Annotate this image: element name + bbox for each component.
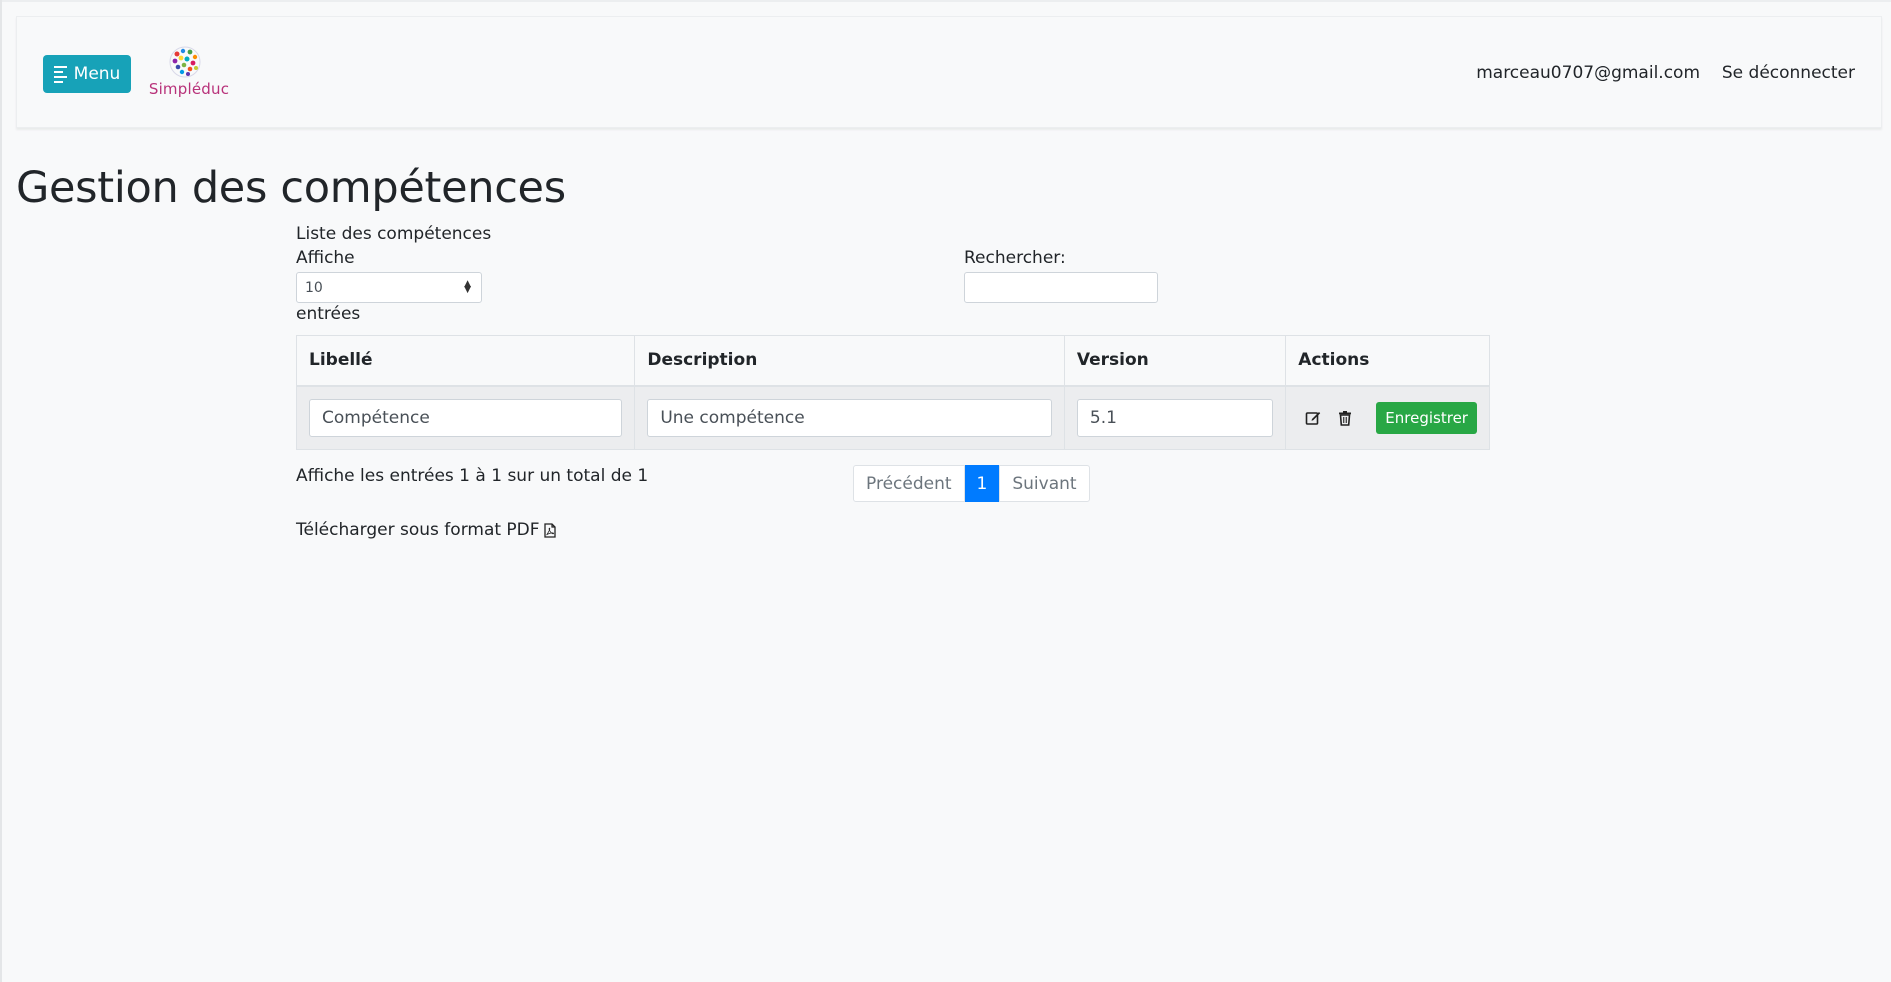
pagination: Précédent 1 Suivant [853, 465, 1090, 502]
trash-icon[interactable] [1330, 403, 1360, 433]
page-1-button[interactable]: 1 [964, 465, 1000, 502]
window-top-edge [0, 0, 1891, 2]
column-header-actions: Actions [1285, 335, 1490, 387]
next-page-button[interactable]: Suivant [999, 465, 1090, 502]
pdf-download-label: Télécharger sous format PDF [296, 520, 540, 540]
top-navbar: Menu Simpléduc marceau0707@gmail.com Se … [16, 16, 1882, 128]
edit-icon[interactable] [1298, 403, 1328, 433]
menu-button-label: Menu [73, 64, 121, 84]
save-button[interactable]: Enregistrer [1376, 401, 1477, 434]
cell-version: 5.1 [1063, 385, 1287, 450]
table-row: Compétence Une compétence 5.1 Enregistre… [295, 385, 1490, 450]
length-label: Affiche [296, 248, 355, 268]
page-title: Gestion des compétences [16, 163, 566, 213]
column-header-libelle[interactable]: Libellé [295, 335, 636, 387]
row-actions: Enregistrer [1298, 401, 1477, 434]
search-input[interactable] [964, 272, 1158, 303]
user-email-link[interactable]: marceau0707@gmail.com [1476, 63, 1700, 83]
pdf-file-icon [543, 522, 556, 538]
window-left-edge [0, 0, 2, 982]
table-caption: Liste des compétences [296, 224, 492, 244]
previous-page-button[interactable]: Précédent [853, 465, 965, 502]
search-label: Rechercher: [964, 248, 1066, 268]
libelle-input[interactable]: Compétence [309, 398, 623, 437]
description-input[interactable]: Une compétence [647, 398, 1052, 437]
cell-description: Une compétence [634, 385, 1065, 450]
simpleduc-logo[interactable]: Simpléduc [141, 44, 237, 104]
cell-actions: Enregistrer [1285, 385, 1490, 450]
table-info: Affiche les entrées 1 à 1 sur un total d… [296, 466, 649, 486]
entries-label: entrées [296, 304, 361, 324]
column-header-description[interactable]: Description [634, 335, 1065, 387]
entries-per-page-value: 10 [305, 279, 323, 296]
pdf-download-link[interactable]: Télécharger sous format PDF [296, 520, 556, 540]
version-input[interactable]: 5.1 [1076, 398, 1274, 437]
table-header-row: Libellé Description Version Actions [295, 335, 1490, 387]
logo-text: Simpléduc [148, 80, 230, 98]
competences-table: Libellé Description Version Actions Comp… [295, 335, 1490, 450]
menu-button[interactable]: Menu [43, 55, 131, 93]
cell-libelle: Compétence [295, 385, 636, 450]
column-header-version[interactable]: Version [1063, 335, 1287, 387]
entries-per-page-select[interactable]: 10 ▲ ▼ [296, 272, 482, 303]
menu-lines-icon [53, 65, 67, 83]
select-caret-icon: ▲ ▼ [464, 279, 471, 295]
globe-logo-icon [169, 46, 201, 78]
logout-link[interactable]: Se déconnecter [1722, 63, 1855, 83]
